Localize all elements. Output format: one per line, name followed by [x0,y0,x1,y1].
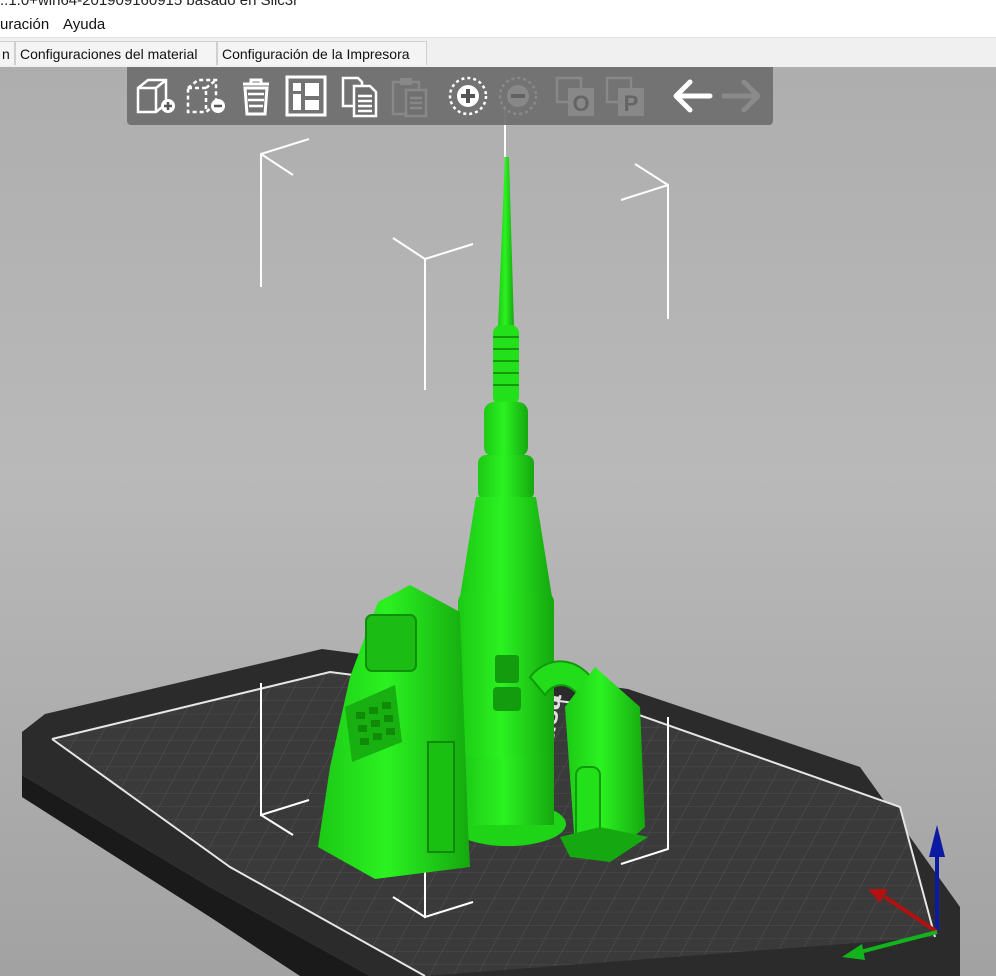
add-instance-button[interactable] [445,73,491,119]
copy-icon [341,76,378,118]
model-base-column [462,757,554,825]
3d-viewport[interactable]: Prusa [0,67,996,976]
bbox-top-right-tick [634,163,669,186]
remove-object-button[interactable] [183,73,229,119]
model-spire [498,157,514,327]
menu-ayuda[interactable]: Ayuda [63,16,105,33]
cube-plus-icon [136,78,175,114]
arrow-left-icon [673,79,713,113]
bbox-top-left [260,138,310,287]
tab-bar: n Configuraciones del material Configura… [0,38,996,68]
model-left-screen [365,614,417,672]
plus-circle-icon [448,76,488,116]
delete-all-button[interactable] [233,73,279,119]
split-objects-icon: O [555,76,594,116]
bbox-top-center [392,237,474,261]
scene-canvas[interactable]: Prusa [0,67,996,976]
bbox-top-left-tick [260,153,294,176]
menu-bar: uración Ayuda [0,12,996,38]
split-objects-button[interactable]: O [553,73,599,119]
undo-button[interactable] [669,73,715,119]
axis-z-arrow [929,825,945,857]
arrow-right-icon [721,79,761,113]
plater-toolbar: O P [127,67,773,125]
remove-instance-button[interactable] [495,73,541,119]
trash-icon [243,78,269,116]
tab-printer-settings[interactable]: Configuración de la Impresora [217,41,427,65]
split-parts-button[interactable]: P [603,73,649,119]
arrange-icon [285,75,327,117]
paste-icon [391,78,428,118]
redo-button[interactable] [719,73,765,119]
split-parts-icon: P [605,76,644,116]
minus-circle-icon [498,76,538,116]
split-parts-label: P [624,91,639,116]
paste-button[interactable] [387,73,433,119]
model-rocket-arcade[interactable] [318,157,648,879]
arrange-button[interactable] [283,73,329,119]
copy-button[interactable] [337,73,383,119]
model-left-panel [427,741,455,853]
model-upper-body [484,402,528,457]
tab-material-settings[interactable]: Configuraciones del material [15,41,217,65]
cube-minus-icon [186,78,225,114]
model-lower-body [460,497,552,597]
menu-configuracion[interactable]: uración [0,16,49,33]
tab-plater[interactable]: n [0,41,15,65]
split-objects-label: O [572,91,589,116]
window-title-bar: ..1.0+win64-201909160915 basado en Slic3… [0,0,996,12]
window-title: ..1.0+win64-201909160915 basado en Slic3… [0,0,299,9]
bbox-top-right [620,183,669,319]
add-object-button[interactable] [133,73,179,119]
model-mid-body [478,455,534,500]
